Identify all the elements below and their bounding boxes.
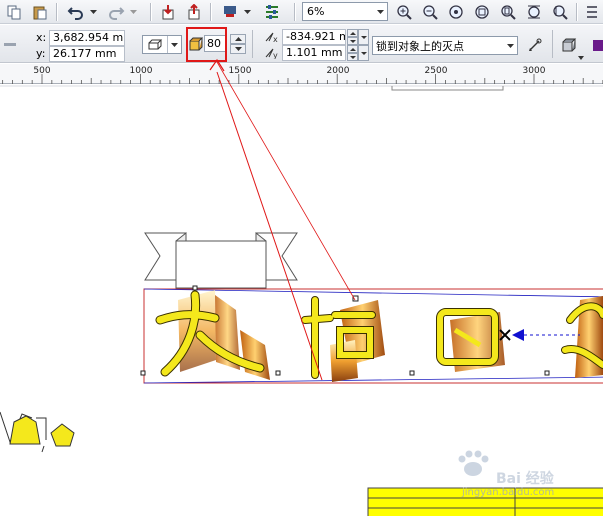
- options-icon[interactable]: [262, 2, 282, 22]
- horizontal-ruler[interactable]: 500 1000 1500 2000 2500 3000: [0, 64, 603, 84]
- vp-y-spin-down[interactable]: [347, 53, 358, 61]
- vp-x-nudge[interactable]: [358, 29, 369, 45]
- vp-y-spin-up[interactable]: [347, 45, 358, 53]
- copy-icon[interactable]: [4, 2, 24, 22]
- ruler-label-1500: 1500: [228, 66, 252, 76]
- watermark-url: jingyan.baidu.com: [462, 487, 555, 498]
- ruler-ticks: [2, 74, 603, 84]
- depth-spin-up[interactable]: [230, 34, 246, 44]
- vp-y-nudge[interactable]: [358, 45, 369, 61]
- vp-x-spin-down[interactable]: [347, 37, 358, 45]
- zoom-to-all-objects-icon[interactable]: [472, 2, 492, 22]
- redo-dropdown-icon[interactable]: [128, 2, 138, 22]
- launcher-dropdown-icon[interactable]: [242, 2, 252, 22]
- undo-icon[interactable]: [66, 2, 86, 22]
- ruler-label-2500: 2500: [424, 66, 448, 76]
- align-icon[interactable]: [582, 2, 602, 22]
- y-position-label: y:: [36, 47, 46, 60]
- zoom-out-icon[interactable]: [420, 2, 440, 22]
- svg-text:y: y: [273, 51, 278, 59]
- zoom-level-select[interactable]: 6%: [302, 2, 388, 21]
- standard-toolbar: 6%: [0, 0, 603, 24]
- svg-text:x: x: [273, 35, 278, 43]
- extrusion-type-icon: [143, 39, 167, 51]
- redo-icon[interactable]: [106, 2, 126, 22]
- depth-highlight-box: [186, 27, 227, 62]
- toolbar-grip-icon: [4, 43, 16, 46]
- ruler-label-3000: 3000: [522, 66, 546, 76]
- zoom-in-icon[interactable]: [394, 2, 414, 22]
- extrude-rotation-icon[interactable]: [560, 36, 578, 54]
- x-position-field[interactable]: 3,682.954 mm: [49, 30, 125, 46]
- watermark-brand: Bai 经验: [496, 471, 554, 487]
- vanishing-point-lock-value: 锁到对象上的灭点: [376, 39, 464, 53]
- export-icon[interactable]: [184, 2, 204, 22]
- vanishing-point-y-icon: y: [264, 45, 280, 60]
- chevron-down-icon: [167, 36, 181, 53]
- ruler-label-1000: 1000: [129, 66, 153, 76]
- import-icon[interactable]: [158, 2, 178, 22]
- vanishing-point-y-field[interactable]: 1.101 mm: [282, 45, 346, 61]
- chevron-down-icon: [503, 37, 517, 54]
- zoom-level-value: 6%: [307, 5, 325, 18]
- vanishing-point-x-field[interactable]: -834.921 mm: [282, 29, 346, 45]
- undo-dropdown-icon[interactable]: [88, 2, 98, 22]
- x-position-label: x:: [36, 31, 47, 44]
- vanishing-point-lock-select[interactable]: 锁到对象上的灭点: [372, 36, 518, 55]
- application-launcher-icon[interactable]: [220, 2, 240, 22]
- chevron-down-icon[interactable]: [578, 50, 584, 60]
- zoom-to-selected-icon[interactable]: [446, 2, 466, 22]
- vp-x-spin-up[interactable]: [347, 29, 358, 37]
- depth-spin-down[interactable]: [230, 44, 246, 54]
- extrusion-type-select[interactable]: [142, 35, 182, 54]
- vanishing-point-x-icon: x: [264, 29, 280, 44]
- zoom-to-page-height-icon[interactable]: [550, 2, 570, 22]
- paw-logo-icon: [458, 450, 489, 476]
- y-position-field[interactable]: 26.177 mm: [49, 46, 125, 62]
- ruler-label-2000: 2000: [326, 66, 350, 76]
- extrude-color-icon[interactable]: [590, 36, 603, 54]
- chevron-down-icon: [373, 3, 387, 20]
- zoom-to-page-icon[interactable]: [498, 2, 518, 22]
- zoom-to-page-width-icon[interactable]: [524, 2, 544, 22]
- copy-vanishing-point-icon[interactable]: [526, 36, 544, 54]
- paste-icon[interactable]: [30, 2, 50, 22]
- ruler-label-500: 500: [33, 66, 51, 76]
